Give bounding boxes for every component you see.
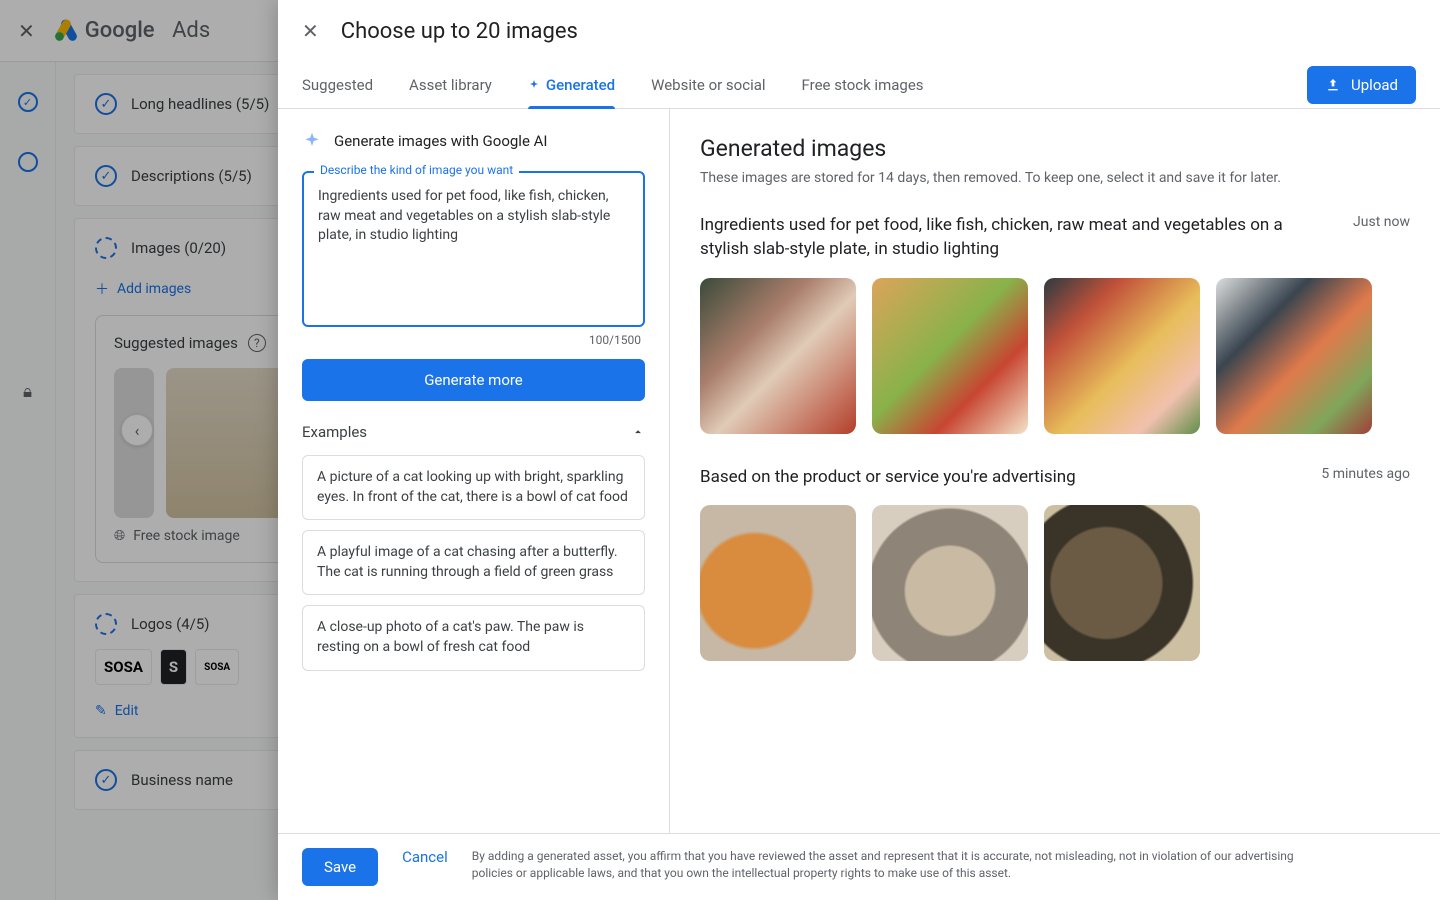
generate-heading: Generate images with Google AI: [334, 132, 548, 150]
generated-image[interactable]: [700, 505, 856, 661]
char-count: 100/1500: [302, 333, 641, 347]
generated-image[interactable]: [1044, 278, 1200, 434]
image-picker-modal: ✕ Choose up to 20 images Suggested Asset…: [278, 0, 1440, 900]
results-title: Generated images: [700, 135, 1410, 162]
generate-more-button[interactable]: Generate more: [302, 359, 645, 401]
modal-title: Choose up to 20 images: [341, 19, 578, 44]
tab-suggested[interactable]: Suggested: [302, 62, 373, 108]
sparkle-icon: [302, 131, 322, 151]
results-panel: Generated images These images are stored…: [670, 109, 1440, 833]
batch-timestamp: 5 minutes ago: [1321, 466, 1410, 482]
tab-generated[interactable]: Generated: [528, 62, 615, 108]
disclaimer-text: By adding a generated asset, you affirm …: [472, 848, 1332, 883]
prompt-field[interactable]: Describe the kind of image you want: [302, 171, 645, 327]
generated-image[interactable]: [1044, 505, 1200, 661]
generated-image[interactable]: [872, 505, 1028, 661]
example-prompt[interactable]: A picture of a cat looking up with brigh…: [302, 455, 645, 520]
tabs: Suggested Asset library Generated Websit…: [302, 62, 924, 108]
batch-timestamp: Just now: [1353, 214, 1410, 230]
tab-asset-library[interactable]: Asset library: [409, 62, 492, 108]
examples-toggle[interactable]: Examples: [302, 423, 645, 441]
chevron-up-icon: [631, 425, 645, 439]
generated-image[interactable]: [872, 278, 1028, 434]
modal-footer: Save Cancel By adding a generated asset,…: [278, 833, 1440, 900]
tab-website-social[interactable]: Website or social: [651, 62, 765, 108]
prompt-legend: Describe the kind of image you want: [314, 163, 519, 177]
upload-icon: [1325, 77, 1341, 93]
prompt-input[interactable]: [318, 187, 629, 307]
close-modal-button[interactable]: ✕: [302, 19, 319, 43]
batch-prompt: Based on the product or service you're a…: [700, 466, 1076, 490]
generated-image[interactable]: [700, 278, 856, 434]
batch-prompt: Ingredients used for pet food, like fish…: [700, 214, 1320, 262]
results-subtitle: These images are stored for 14 days, the…: [700, 170, 1410, 186]
upload-button[interactable]: Upload: [1307, 66, 1416, 104]
tab-free-stock[interactable]: Free stock images: [802, 62, 924, 108]
save-button[interactable]: Save: [302, 848, 378, 886]
generated-image[interactable]: [1216, 278, 1372, 434]
cancel-button[interactable]: Cancel: [402, 848, 448, 866]
example-prompt[interactable]: A close-up photo of a cat's paw. The paw…: [302, 605, 645, 670]
sparkle-icon: [528, 79, 540, 91]
generate-panel: Generate images with Google AI Describe …: [278, 109, 670, 833]
example-prompt[interactable]: A playful image of a cat chasing after a…: [302, 530, 645, 595]
